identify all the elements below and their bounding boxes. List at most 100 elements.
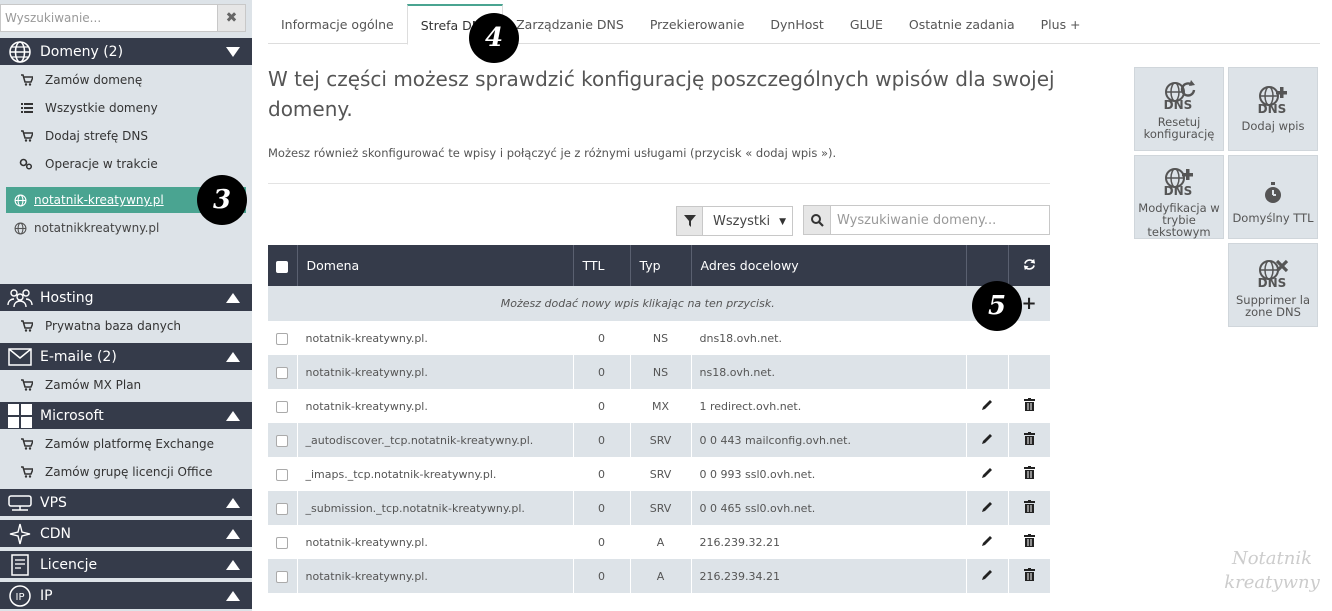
cell-delete — [1008, 457, 1051, 491]
triangle-up-icon[interactable] — [214, 559, 252, 570]
sidebar-item-label: Zamów platformę Exchange — [45, 437, 215, 451]
globe-icon — [0, 40, 40, 64]
add-record-row[interactable]: Możesz dodać nowy wpis klikając na ten p… — [268, 286, 1051, 321]
triangle-up-icon[interactable] — [214, 410, 252, 421]
sidebar-section-label: Domeny (2) — [40, 43, 124, 60]
sidebar-item-zamow-grupe-licencji-office[interactable]: Zamów grupę licencji Office — [0, 458, 252, 486]
default-ttl-button[interactable]: Domyślny TTL — [1228, 155, 1318, 239]
sidebar-section-label: E-maile (2) — [40, 348, 117, 365]
clear-search-icon[interactable]: ✖ — [217, 4, 246, 32]
cell-edit — [966, 423, 1009, 457]
domain-search-input[interactable] — [831, 205, 1050, 235]
pencil-icon[interactable] — [981, 400, 994, 414]
cell-edit — [966, 525, 1009, 559]
tab-dynhost[interactable]: DynHost — [757, 4, 836, 44]
cell-delete — [1008, 491, 1051, 525]
sidebar-section-domeny[interactable]: Domeny (2) — [0, 38, 252, 65]
row-checkbox[interactable] — [276, 502, 289, 515]
cell-target: ns18.ovh.net. — [691, 355, 967, 389]
type-filter-value: Wszystki — [713, 213, 771, 229]
trash-icon[interactable] — [1023, 500, 1035, 516]
tab-informacje-ogolne[interactable]: Informacje ogólne — [268, 4, 407, 44]
watermark-line-1: Notatnik — [1231, 548, 1313, 569]
row-checkbox[interactable] — [276, 400, 289, 413]
triangle-up-icon[interactable] — [214, 292, 252, 303]
sidebar-section-ip[interactable]: IP IP — [0, 582, 252, 609]
triangle-down-icon[interactable] — [214, 46, 252, 57]
text-mode-edit-button[interactable]: DNS Modyfikacja w trybie tekstowym — [1134, 155, 1224, 239]
pencil-icon[interactable] — [981, 536, 994, 550]
triangle-up-icon[interactable] — [214, 351, 252, 362]
delete-dns-zone-button[interactable]: DNS Supprimer la zone DNS — [1228, 243, 1318, 327]
pencil-icon[interactable] — [981, 434, 994, 448]
sidebar-section-hosting[interactable]: Hosting — [0, 284, 252, 311]
page-heading: W tej części możesz sprawdzić konfigurac… — [268, 67, 1055, 121]
add-record-button[interactable]: DNS Dodaj wpis — [1228, 67, 1318, 151]
trash-icon[interactable] — [1023, 432, 1035, 448]
triangle-up-icon[interactable] — [214, 528, 252, 539]
sidebar-search-input[interactable] — [0, 4, 217, 32]
cell-edit — [966, 457, 1009, 491]
trash-icon[interactable] — [1023, 534, 1035, 550]
tab-przekierowanie[interactable]: Przekierowanie — [637, 4, 758, 44]
select-all-checkbox[interactable] — [276, 260, 289, 273]
sidebar-section-vps[interactable]: VPS — [0, 489, 252, 516]
tab-zarzadzanie-dns[interactable]: Zarządzanie DNS — [503, 4, 637, 44]
refresh-icon[interactable] — [1023, 258, 1036, 274]
sidebar-item-zamow-domene[interactable]: Zamów domenę — [0, 66, 252, 94]
type-filter-select[interactable]: Wszystki ▼ — [703, 206, 793, 236]
column-header-adres-docelowy[interactable]: Adres docelowy — [691, 245, 967, 286]
sidebar-item-zamow-mx-plan[interactable]: Zamów MX Plan — [0, 371, 252, 399]
column-header-typ[interactable]: Typ — [630, 245, 692, 286]
trash-icon[interactable] — [1023, 466, 1035, 482]
triangle-up-icon[interactable] — [214, 590, 252, 601]
cart-icon — [0, 438, 45, 450]
sidebar-section-label: Hosting — [40, 289, 94, 306]
sidebar-item-label: Operacje w trakcie — [45, 157, 158, 171]
column-header-ttl[interactable]: TTL — [573, 245, 631, 286]
pencil-icon[interactable] — [981, 570, 994, 584]
sidebar-domain-label: notatnik-kreatywny.pl — [34, 193, 164, 207]
sidebar-item-label: Zamów grupę licencji Office — [45, 465, 213, 479]
sidebar-item-zamow-platforme-exchange[interactable]: Zamów platformę Exchange — [0, 430, 252, 458]
sidebar-section-microsoft[interactable]: Microsoft — [0, 402, 252, 429]
pencil-icon[interactable] — [981, 502, 994, 516]
row-checkbox-cell — [268, 457, 298, 491]
row-checkbox[interactable] — [276, 366, 289, 379]
sidebar-item-prywatna-baza-danych[interactable]: Prywatna baza danych — [0, 312, 252, 340]
sidebar-item-dodaj-strefe-dns[interactable]: Dodaj strefę DNS — [0, 122, 252, 150]
row-checkbox-cell — [268, 423, 298, 457]
sidebar-item-operacje-w-trakcie[interactable]: Operacje w trakcie — [0, 150, 252, 178]
row-checkbox[interactable] — [276, 434, 289, 447]
cell-edit — [966, 559, 1009, 593]
cell-ttl: 0 — [573, 355, 631, 389]
sidebar-section-cdn[interactable]: CDN — [0, 520, 252, 547]
row-checkbox[interactable] — [276, 332, 289, 345]
pencil-icon[interactable] — [981, 468, 994, 482]
cell-delete — [1008, 321, 1051, 355]
column-header-domena[interactable]: Domena — [297, 245, 574, 286]
users-icon — [0, 288, 40, 308]
sidebar-section-emaile[interactable]: E-maile (2) — [0, 343, 252, 370]
text-mode-edit-label: Modyfikacja w trybie tekstowym — [1138, 201, 1220, 239]
trash-icon[interactable] — [1023, 568, 1035, 584]
table-row: notatnik-kreatywny.pl. 0 A 216.239.32.21 — [268, 525, 1051, 559]
watermark-line-2: kreatywny — [1224, 572, 1320, 593]
tab-glue[interactable]: GLUE — [837, 4, 896, 44]
row-checkbox[interactable] — [276, 570, 289, 583]
cell-domain: _imaps._tcp.notatnik-kreatywny.pl. — [297, 457, 574, 491]
sidebar-section-label: IP — [40, 587, 53, 604]
tab-ostatnie-zadania[interactable]: Ostatnie zadania — [896, 4, 1028, 44]
trash-icon[interactable] — [1023, 398, 1035, 414]
row-checkbox[interactable] — [276, 468, 289, 481]
table-row: notatnik-kreatywny.pl. 0 NS ns18.ovh.net. — [268, 355, 1051, 389]
column-header-edit — [966, 245, 1009, 286]
dns-records-table: Domena TTL Typ Adres docelowy Możesz dod… — [268, 245, 1051, 593]
reset-configuration-button[interactable]: DNS Resetuj konfigurację — [1134, 67, 1224, 151]
triangle-up-icon[interactable] — [214, 497, 252, 508]
svg-text:DNS: DNS — [1258, 102, 1287, 114]
sidebar-item-wszystkie-domeny[interactable]: Wszystkie domeny — [0, 94, 252, 122]
sidebar-section-licencje[interactable]: Licencje — [0, 551, 252, 578]
row-checkbox[interactable] — [276, 536, 289, 549]
tab-plus[interactable]: Plus + — [1028, 4, 1094, 44]
